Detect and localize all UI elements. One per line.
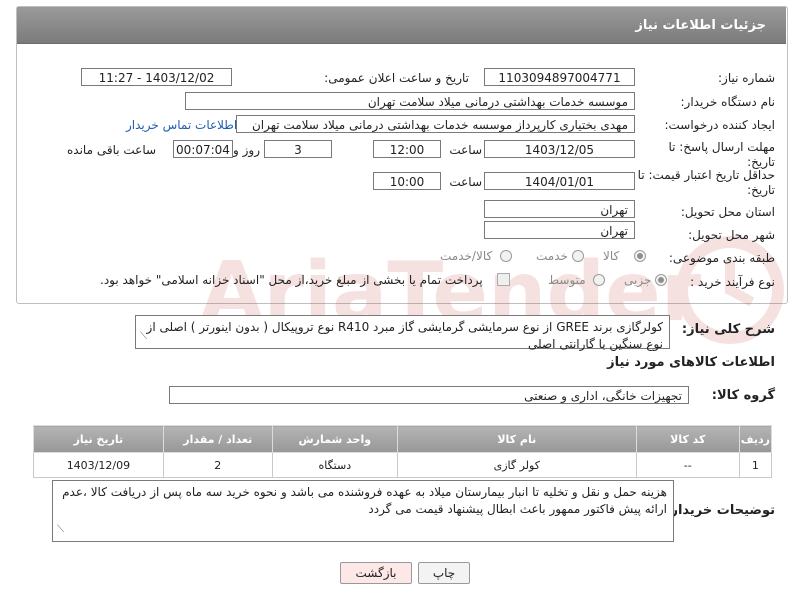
requester-field: مهدی بختیاری کارپرداز موسسه خدمات بهداشت…: [236, 115, 635, 133]
col-item-name: نام کالا: [396, 425, 637, 453]
remaining-days-field: 3: [264, 140, 332, 158]
price-validity-label: حداقل تاریخ اعتبار قیمت: تا: [637, 168, 775, 182]
price-validity-date-field: 1404/01/01: [484, 172, 635, 190]
reply-time-label: ساعت: [449, 143, 482, 157]
category-option-service: خدمت: [536, 249, 568, 263]
goods-group-field: تجهیزات خانگی، اداری و صنعتی: [169, 386, 689, 404]
buyer-notes-text: هزینه حمل و نقل و تخلیه تا انبار بیمارست…: [62, 485, 667, 516]
description-label: شرح کلی نیاز:: [681, 322, 775, 337]
days-label: روز و: [233, 143, 260, 157]
price-validity-time-field: 10:00: [373, 172, 441, 190]
province-label: استان محل تحویل:: [680, 205, 775, 219]
col-row-number: ردیف: [738, 425, 773, 453]
province-field: تهران: [484, 200, 635, 218]
panel-header: جزئیات اطلاعات نیاز: [17, 7, 786, 44]
page-title: جزئیات اطلاعات نیاز: [635, 18, 766, 33]
city-field: تهران: [484, 221, 635, 239]
category-radio-goods-service[interactable]: [500, 250, 512, 262]
col-quantity: تعداد / مقدار: [162, 425, 273, 453]
category-label: طبقه بندی موضوعی:: [668, 251, 775, 265]
process-option-medium: متوسط: [548, 273, 586, 287]
process-radio-medium[interactable]: [593, 274, 605, 286]
col-item-code: کد کالا: [635, 425, 740, 453]
treasury-payment-note: پرداخت تمام یا بخشی از مبلغ خرید،از محل …: [100, 273, 483, 287]
resize-handle-icon: ⟍: [57, 524, 64, 535]
treasury-payment-checkbox[interactable]: [497, 273, 510, 286]
goods-table-header: ردیف کد کالا نام کالا واحد شمارش تعداد /…: [33, 425, 773, 453]
announce-datetime-field: 1403/12/02 - 11:27: [81, 68, 232, 86]
process-radio-minor[interactable]: [655, 274, 667, 286]
description-field: کولرگازی برند GREE از نوع سرمایشی گرمایش…: [135, 315, 670, 351]
remaining-time-label: ساعت باقی مانده: [67, 143, 157, 157]
cell-quantity: 2: [162, 452, 273, 478]
category-option-goods: کالا: [603, 249, 620, 263]
price-validity-label-date: تاریخ:: [747, 183, 775, 197]
announce-datetime-label: تاریخ و ساعت اعلان عمومی:: [324, 71, 469, 85]
process-type-label: نوع فرآیند خرید :: [690, 275, 775, 289]
reply-deadline-time-field: 12:00: [373, 140, 441, 158]
description-text: کولرگازی برند GREE از نوع سرمایشی گرمایش…: [146, 320, 663, 351]
cell-unit: دستگاه: [271, 452, 398, 478]
remaining-time-field: 00:07:04: [173, 140, 233, 158]
category-radio-service[interactable]: [572, 250, 584, 262]
buyer-org-field: موسسه خدمات بهداشتی درمانی میلاد سلامت ت…: [185, 92, 635, 110]
cell-row-number: 1: [738, 452, 773, 478]
price-validity-time-label: ساعت: [449, 175, 482, 189]
cell-item-name: کولر گازی: [396, 452, 637, 478]
cell-item-code: --: [635, 452, 740, 478]
cell-need-date: 1403/12/09: [33, 452, 164, 478]
process-option-minor: جزیی: [624, 273, 652, 287]
back-button[interactable]: بازگشت: [340, 562, 412, 584]
col-need-date: تاریخ نیاز: [33, 425, 164, 453]
buyer-contact-link[interactable]: اطلاعات تماس خریدار: [126, 118, 237, 132]
goods-info-title: اطلاعات کالاهای مورد نیاز: [607, 355, 775, 370]
city-label: شهر محل تحویل:: [688, 228, 775, 242]
buyer-org-label: نام دستگاه خریدار:: [680, 95, 776, 109]
resize-handle-icon: ⟍: [140, 331, 147, 342]
goods-group-label: گروه کالا:: [711, 388, 775, 403]
reply-deadline-date-field: 1403/12/05: [484, 140, 635, 158]
need-number-label: شماره نیاز:: [718, 71, 775, 85]
col-unit: واحد شمارش: [271, 425, 398, 453]
category-radio-goods[interactable]: [634, 250, 646, 262]
need-number-field: 1103094897004771: [484, 68, 635, 86]
buyer-notes-field: هزینه حمل و نقل و تخلیه تا انبار بیمارست…: [52, 480, 674, 542]
reply-deadline-label-date: تاریخ:: [747, 155, 775, 169]
buyer-notes-label: توضیحات خریدار:: [665, 503, 775, 518]
print-button[interactable]: چاپ: [418, 562, 470, 584]
reply-deadline-label: مهلت ارسال پاسخ: تا: [668, 140, 775, 154]
table-row: 1 -- کولر گازی دستگاه 2 1403/12/09: [33, 452, 773, 478]
goods-table: ردیف کد کالا نام کالا واحد شمارش تعداد /…: [33, 425, 773, 478]
category-option-goods-service: کالا/خدمت: [440, 249, 493, 263]
requester-label: ایجاد کننده درخواست:: [664, 118, 775, 132]
